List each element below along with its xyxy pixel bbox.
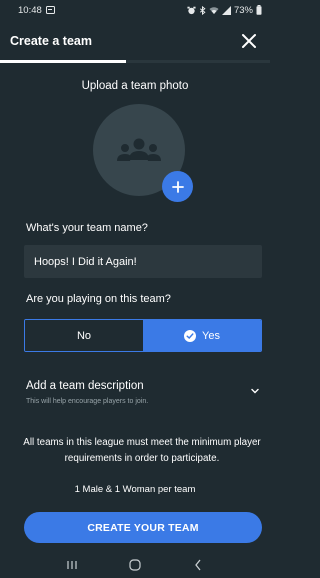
bluetooth-icon [199, 5, 206, 15]
page-title: Create a team [10, 34, 92, 48]
wifi-icon [209, 6, 219, 14]
home-button[interactable] [123, 557, 147, 573]
status-time-group: 10:48 [18, 5, 55, 16]
status-bar: 10:48 73% [0, 0, 270, 20]
playing-toggle: No Yes [24, 319, 262, 352]
progress-indicator [0, 60, 270, 63]
battery-icon [256, 5, 262, 15]
recent-apps-icon [67, 561, 77, 569]
recent-apps-button[interactable] [60, 557, 84, 573]
team-requirement-text: 1 Male & 1 Woman per team [74, 484, 196, 495]
chevron-down-icon [251, 388, 259, 394]
option-no-button[interactable]: No [25, 320, 143, 351]
signal-icon [221, 5, 231, 15]
upload-photo-label: Upload a team photo [81, 80, 189, 92]
option-yes-button[interactable]: Yes [143, 320, 261, 351]
home-icon [129, 559, 141, 571]
back-icon [195, 559, 201, 571]
option-no-label: No [76, 329, 92, 342]
gallery-notification-icon [45, 6, 55, 14]
back-button[interactable] [186, 557, 210, 573]
check-icon [184, 329, 197, 342]
progress-fill [0, 60, 126, 63]
league-requirements-note: All teams in this league must meet the m… [23, 437, 261, 464]
add-photo-button[interactable] [162, 171, 193, 202]
team-name-label: What's your team name? [26, 222, 148, 234]
plus-icon [171, 180, 184, 193]
team-name-input[interactable] [24, 245, 262, 278]
status-icons: 73% [187, 5, 262, 16]
description-subtitle: This will help encourage players to join… [26, 398, 149, 405]
option-yes-label: Yes [202, 329, 220, 342]
playing-question-label: Are you playing on this team? [26, 293, 171, 305]
team-description-expander[interactable]: Add a team description This will help en… [24, 378, 262, 412]
create-team-button[interactable]: CREATE YOUR TEAM [24, 512, 262, 543]
group-icon [117, 138, 161, 161]
battery-percent: 73% [233, 4, 253, 16]
description-title: Add a team description [26, 380, 144, 392]
alarm-icon [187, 6, 196, 14]
app-header: Create a team [0, 20, 270, 62]
system-nav-bar [0, 552, 270, 578]
close-icon[interactable] [240, 32, 258, 50]
status-time: 10:48 [18, 4, 42, 16]
